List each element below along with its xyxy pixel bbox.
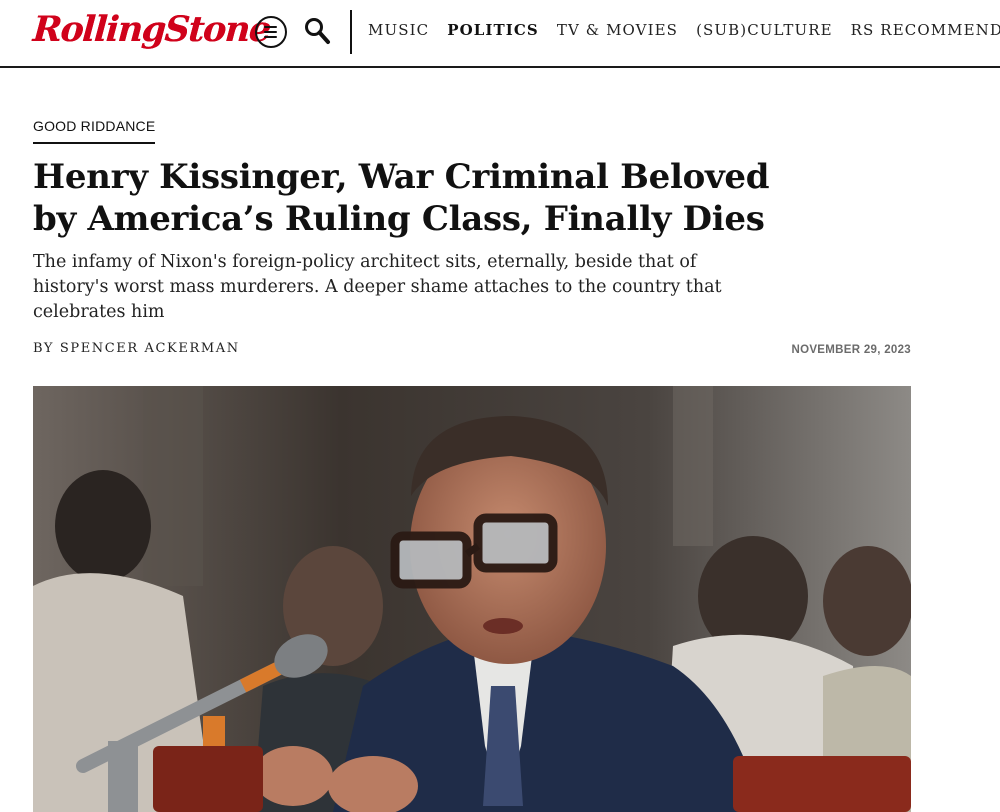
article-headline: Henry Kissinger, War Criminal Beloved by…	[33, 157, 770, 239]
search-button[interactable]	[303, 16, 331, 46]
header-divider	[350, 10, 352, 54]
article-dek: The infamy of Nixon's foreign-policy arc…	[33, 252, 722, 322]
site-header: RollingStone MUSIC POLITICS TV & MOVIES …	[0, 0, 1000, 68]
primary-nav: MUSIC POLITICS TV & MOVIES (SUB)CULTURE …	[368, 21, 1000, 39]
rolling-stone-logo[interactable]: RollingStone	[31, 6, 272, 54]
nav-item-music[interactable]: MUSIC	[368, 21, 429, 39]
article-kicker[interactable]: GOOD RIDDANCE	[33, 118, 156, 144]
article-byline[interactable]: BY SPENCER ACKERMAN	[33, 341, 240, 356]
magnifier-icon	[305, 18, 330, 44]
menu-button[interactable]	[255, 16, 287, 48]
nav-item-tv-movies[interactable]: TV & MOVIES	[557, 21, 678, 39]
hero-photo[interactable]	[33, 386, 911, 812]
article-date: NOVEMBER 29, 2023	[791, 344, 911, 356]
nav-item-rs-recommends[interactable]: RS RECOMMENDS	[851, 21, 1000, 39]
hero-photo-illustration	[33, 386, 911, 812]
nav-item-subculture[interactable]: (SUB)CULTURE	[696, 21, 833, 39]
nav-item-politics[interactable]: POLITICS	[447, 21, 539, 39]
hamburger-circle-icon	[264, 26, 277, 38]
author-name[interactable]: BY SPENCER ACKERMAN	[33, 341, 240, 356]
